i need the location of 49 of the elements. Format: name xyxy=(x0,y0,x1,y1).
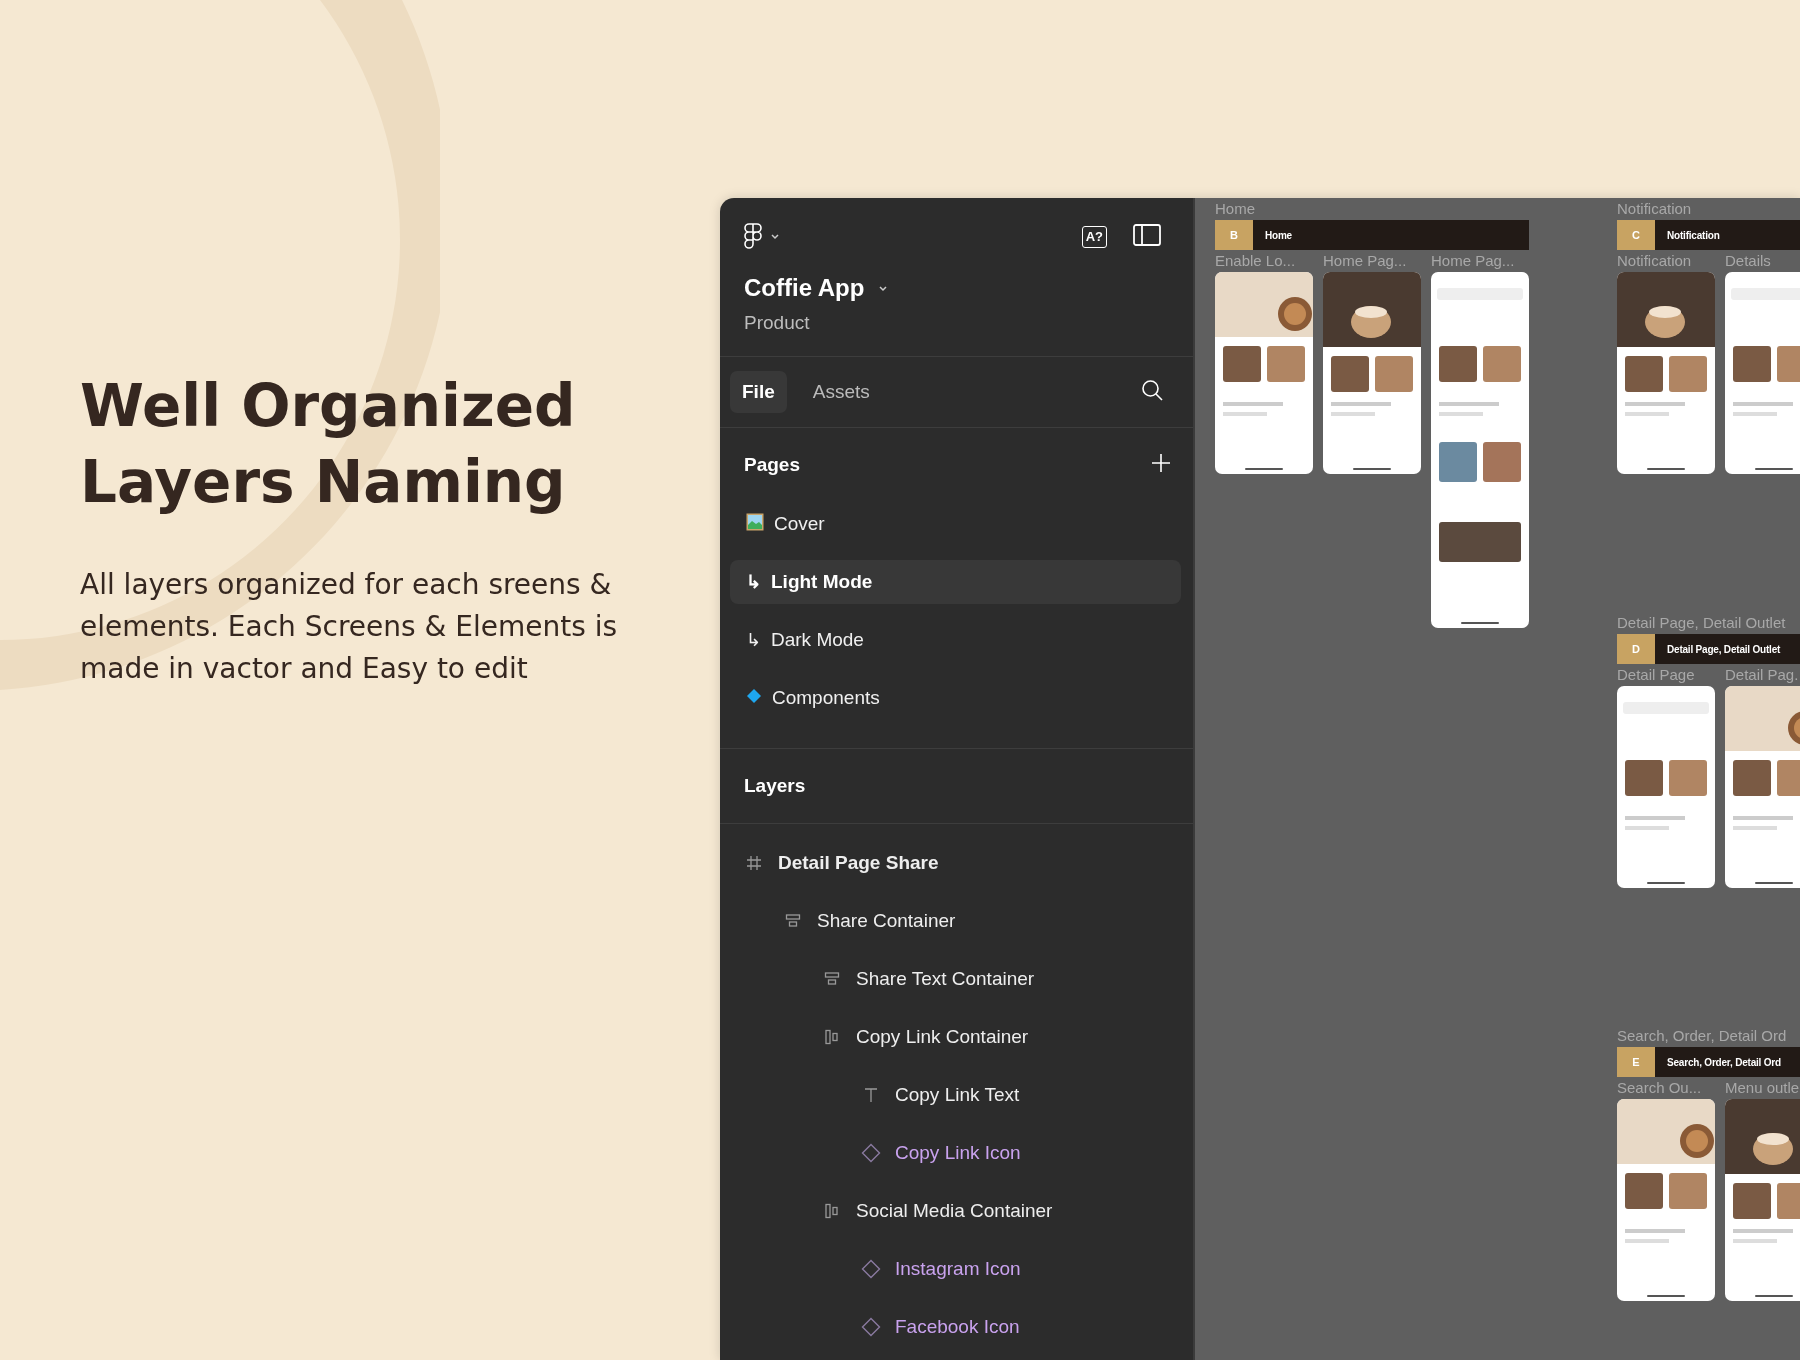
arrow-icon: ↳ xyxy=(746,629,761,651)
headline: Well Organized Layers Naming xyxy=(80,371,577,518)
layer-item[interactable]: Social Media Container xyxy=(720,1182,1193,1240)
section-tag: C xyxy=(1617,220,1655,250)
layer-item[interactable]: Instagram Icon xyxy=(720,1240,1193,1298)
instance-icon xyxy=(861,1317,881,1337)
frame-icon xyxy=(746,855,762,871)
layer-item[interactable]: Share Container xyxy=(720,892,1193,950)
tab[interactable]: Assets xyxy=(800,371,882,413)
vertical-stack-icon xyxy=(824,971,840,987)
search-icon[interactable] xyxy=(1141,379,1163,401)
section-header: B Home xyxy=(1215,220,1529,250)
section-tag: E xyxy=(1617,1047,1655,1077)
file-name[interactable]: Coffie App xyxy=(744,274,865,302)
chevron-icon[interactable] xyxy=(878,285,889,293)
page-item[interactable]: Cover xyxy=(730,502,1181,546)
layer-item[interactable]: Copy Link Text xyxy=(720,1066,1193,1124)
instance-icon xyxy=(861,1259,881,1279)
layer-item[interactable]: Copy Link Container xyxy=(720,1008,1193,1066)
sidebar-toggle-icon[interactable] xyxy=(1133,224,1161,246)
layer-item[interactable]: Facebook Icon xyxy=(720,1298,1193,1356)
section-tag: B xyxy=(1215,220,1253,250)
arrow-icon: ↳ xyxy=(746,571,761,593)
page-item[interactable]: ↳ Dark Mode xyxy=(730,618,1181,662)
vertical-stack-icon xyxy=(785,913,801,929)
page-item[interactable]: Components xyxy=(730,676,1181,720)
ai-button[interactable]: A? xyxy=(1081,226,1107,248)
layer-item[interactable]: Share Text Container xyxy=(720,950,1193,1008)
layer-item[interactable]: Copy Link Icon xyxy=(720,1124,1193,1182)
instance-icon xyxy=(861,1143,881,1163)
logo-icon[interactable] xyxy=(744,223,762,251)
component-icon xyxy=(746,688,762,704)
section-title: Layers xyxy=(744,775,806,797)
section-header: C Notification xyxy=(1617,220,1800,250)
image-icon xyxy=(746,512,764,531)
horizontal-stack-icon xyxy=(824,1029,840,1045)
description: All layers organized for each sreens & elements. Each Screens & Elements is made in vactor and Easy to edit xyxy=(80,567,618,687)
text-icon xyxy=(863,1087,879,1103)
add-icon[interactable] xyxy=(1151,453,1171,473)
file-subtitle: Product xyxy=(744,312,811,334)
tab[interactable]: File xyxy=(730,371,787,413)
section-title: Pages xyxy=(744,454,800,476)
section-header: D Detail Page, Detail Outlet xyxy=(1617,634,1800,664)
section-tag: D xyxy=(1617,634,1655,664)
section-header: E Search, Order, Detail Ord xyxy=(1617,1047,1800,1077)
chevron-icon[interactable] xyxy=(770,233,780,241)
horizontal-stack-icon xyxy=(824,1203,840,1219)
layer-item[interactable]: Detail Page Share xyxy=(720,834,1193,892)
page-item[interactable]: ↳ Light Mode xyxy=(730,560,1181,604)
